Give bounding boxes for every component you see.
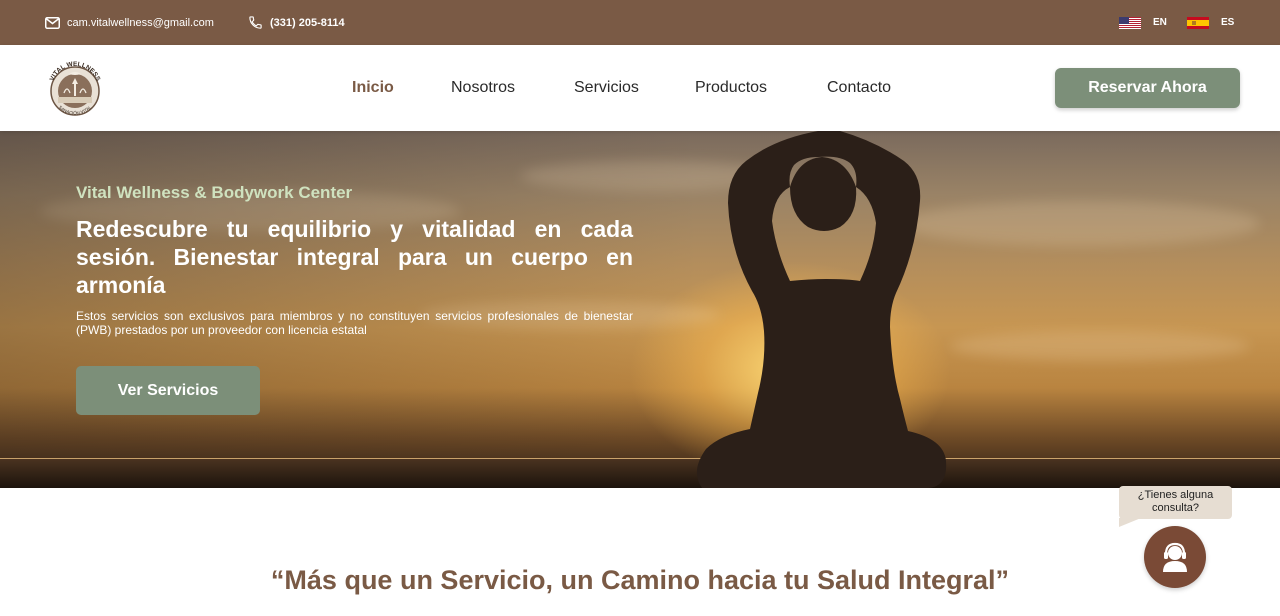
email-text: cam.vitalwellness@gmail.com xyxy=(67,16,214,29)
section-quote-heading: “Más que un Servicio, un Camino hacia tu… xyxy=(270,565,1010,595)
language-en[interactable]: EN xyxy=(1119,0,1167,45)
us-flag-icon xyxy=(1119,16,1141,29)
hero-disclaimer: Estos servicios son exclusivos para miem… xyxy=(76,309,633,337)
hero-title: Redescubre tu equilibrio y vitalidad en … xyxy=(76,216,633,298)
vital-wellness-logo[interactable]: VITAL WELLNESS SANACIÓN VITAL xyxy=(42,53,108,123)
chat-prompt-bubble[interactable]: ¿Tienes alguna consulta? xyxy=(1119,486,1232,519)
mail-icon xyxy=(45,16,60,29)
nav-nosotros[interactable]: Nosotros xyxy=(451,45,515,131)
phone-icon xyxy=(249,16,262,29)
nav-servicios[interactable]: Servicios xyxy=(574,45,639,131)
nav-contacto[interactable]: Contacto xyxy=(827,45,891,131)
top-contact-bar: cam.vitalwellness@gmail.com (331) 205-81… xyxy=(0,0,1280,45)
nav-productos[interactable]: Productos xyxy=(695,45,767,131)
language-en-label: EN xyxy=(1153,17,1167,28)
phone-text: (331) 205-8114 xyxy=(270,16,345,29)
view-services-button[interactable]: Ver Servicios xyxy=(76,366,260,415)
language-es[interactable]: ES xyxy=(1187,0,1234,45)
support-agent-icon xyxy=(1163,542,1187,572)
yoga-silhouette-image xyxy=(696,131,947,488)
hero-subtitle: Vital Wellness & Bodywork Center xyxy=(76,183,353,202)
email-contact[interactable]: cam.vitalwellness@gmail.com xyxy=(45,0,214,45)
phone-contact[interactable]: (331) 205-8114 xyxy=(248,0,345,45)
hero-banner: Vital Wellness & Bodywork Center Redescu… xyxy=(0,131,1280,488)
chat-bubble-tail xyxy=(1119,518,1141,527)
spain-flag-icon xyxy=(1187,16,1209,29)
language-es-label: ES xyxy=(1221,17,1235,28)
chat-open-button[interactable] xyxy=(1144,526,1206,588)
main-header: VITAL WELLNESS SANACIÓN VITAL Inicio Nos… xyxy=(0,45,1280,131)
nav-inicio[interactable]: Inicio xyxy=(352,45,394,131)
reserve-now-button[interactable]: Reservar Ahora xyxy=(1055,68,1240,108)
